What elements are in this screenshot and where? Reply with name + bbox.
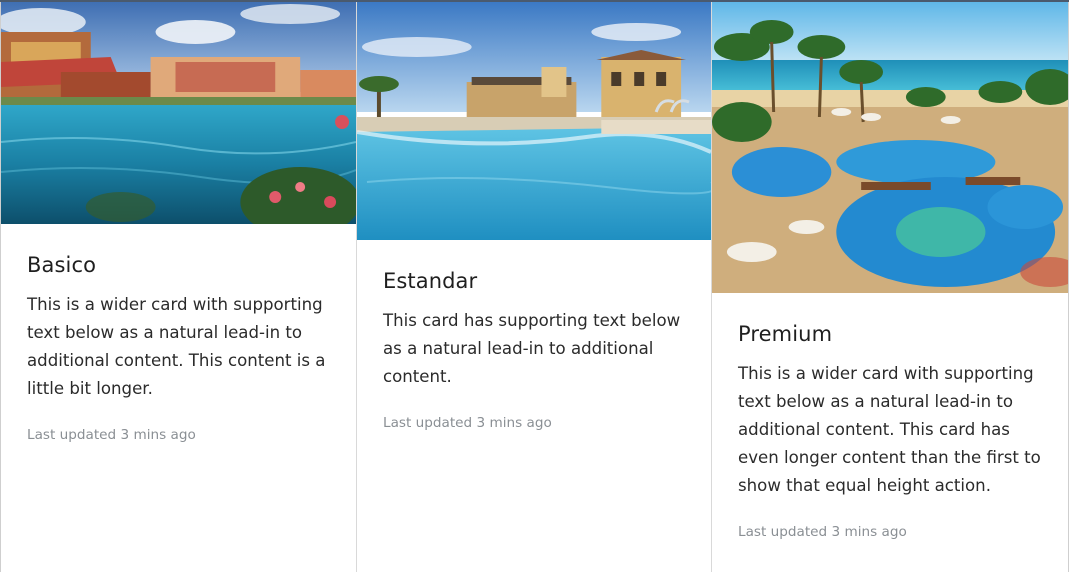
card-premium: Premium This is a wider card with suppor… bbox=[711, 2, 1069, 572]
resort-pool-photo bbox=[1, 2, 356, 224]
card-group: Basico This is a wider card with support… bbox=[0, 0, 1069, 572]
card-basico: Basico This is a wider card with support… bbox=[0, 2, 356, 572]
hotel-pool-photo bbox=[357, 2, 711, 240]
card-text: This is a wider card with supporting tex… bbox=[27, 295, 326, 398]
card-estandar: Estandar This card has supporting text b… bbox=[356, 2, 711, 572]
card-text: This is a wider card with supporting tex… bbox=[738, 364, 1041, 495]
card-body: Basico This is a wider card with support… bbox=[1, 253, 356, 443]
card-body: Estandar This card has supporting text b… bbox=[357, 269, 711, 431]
card-body: Premium This is a wider card with suppor… bbox=[712, 322, 1068, 540]
card-title: Basico bbox=[27, 253, 97, 277]
last-updated-text: Last updated 3 mins ago bbox=[738, 524, 907, 540]
beach-resort-pool-photo bbox=[712, 2, 1068, 293]
card-text: This card has supporting text below as a… bbox=[383, 311, 681, 386]
last-updated-text: Last updated 3 mins ago bbox=[383, 415, 552, 431]
card-title: Premium bbox=[738, 322, 833, 346]
card-title: Estandar bbox=[383, 269, 478, 293]
last-updated-text: Last updated 3 mins ago bbox=[27, 427, 196, 443]
